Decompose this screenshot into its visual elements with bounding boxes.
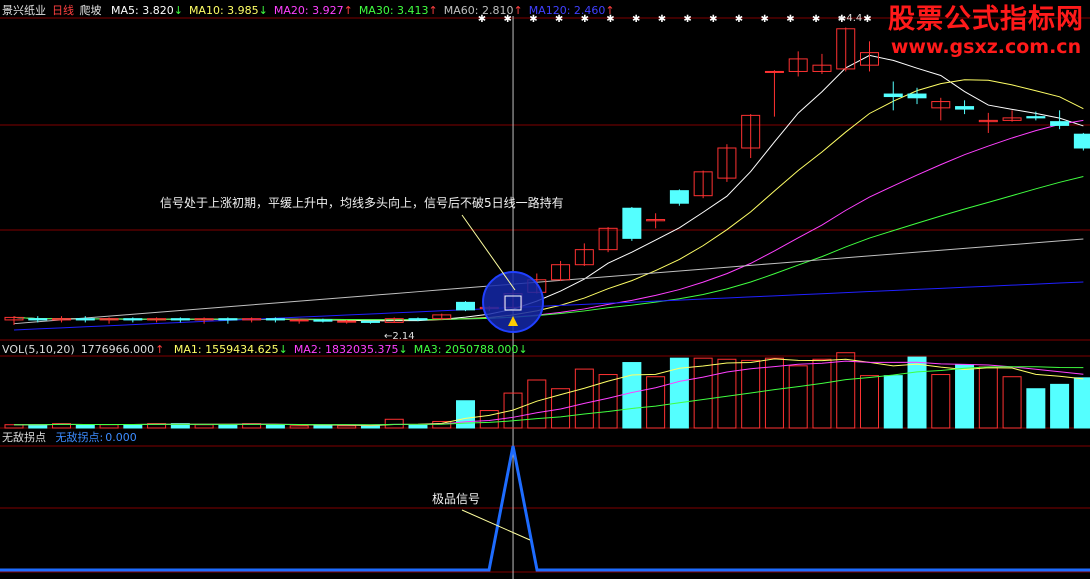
stock-name[interactable]: 景兴纸业 bbox=[2, 4, 46, 17]
star-marker-11: ✱ bbox=[761, 14, 769, 25]
period-label[interactable]: 日线 bbox=[52, 4, 74, 17]
stock-chart[interactable]: ✱ ✱ ✱ ✱ ✱ ✱ ✱ ✱ ✱ ✱ ✱ ✱ ✱ ✱ ✱ ✱ bbox=[0, 0, 1090, 579]
strategy-label: 爬坡 bbox=[79, 4, 102, 17]
ma-readouts: MA5: 3.820↓ MA10: 3.985↓ MA20: 3.927↑ MA30:… bbox=[111, 4, 621, 17]
candle-body-38 bbox=[907, 93, 927, 99]
vol-ma-readout-1: MA2: 1832035.375↓ bbox=[293, 343, 408, 356]
price-header: 景兴纸业 日线 爬坡 MA5: 3.820↓ MA10: 3.985↓ MA20: 3… bbox=[2, 4, 627, 18]
candle-body-26 bbox=[622, 207, 642, 239]
candle-body-1 bbox=[28, 318, 48, 321]
volume-bar-42 bbox=[1002, 376, 1022, 429]
candle-body-12 bbox=[289, 319, 309, 322]
volume-bar-9 bbox=[218, 424, 238, 429]
candle-body-13 bbox=[313, 319, 333, 322]
volume-bar-12 bbox=[289, 425, 309, 429]
volume-bar-5 bbox=[123, 424, 143, 429]
vol-ma-readout-0: MA1: 1559434.625↓ bbox=[173, 343, 288, 356]
volume-bar-32 bbox=[764, 357, 784, 429]
volume-bar-3 bbox=[75, 424, 95, 429]
main-annotation-pointer bbox=[461, 214, 516, 291]
ma120-line bbox=[13, 281, 1084, 331]
volume-bar-40 bbox=[955, 364, 975, 429]
star-marker-10: ✱ bbox=[735, 14, 743, 25]
volume-bar-33 bbox=[788, 365, 808, 429]
annotations-layer: ✱ ✱ ✱ ✱ ✱ ✱ ✱ ✱ ✱ ✱ ✱ ✱ ✱ ✱ ✱ ✱ bbox=[461, 14, 872, 541]
volume-bar-14 bbox=[337, 425, 357, 429]
candle-body-7 bbox=[170, 318, 190, 321]
volume-bar-13 bbox=[313, 425, 333, 429]
star-marker-12: ✱ bbox=[786, 14, 794, 25]
volume-bar-43 bbox=[1026, 388, 1046, 429]
indicator-series-label: 无敌拐点: bbox=[55, 431, 104, 444]
indicator-header: 无敌拐点 无敌拐点: 0.000 bbox=[2, 431, 143, 445]
volume-bar-8 bbox=[194, 424, 214, 429]
volume-bar-16 bbox=[384, 418, 404, 429]
ma-readout-1: MA10: 3.985↓ bbox=[188, 4, 268, 17]
ma-readout-3: MA30: 3.413↑ bbox=[358, 4, 438, 17]
volume-bar-17 bbox=[408, 424, 428, 429]
high-price-label: ←4.4 bbox=[838, 13, 863, 24]
candle-body-43 bbox=[1026, 116, 1046, 119]
vol-ma-readout-2: MA3: 2050788.000↓ bbox=[413, 343, 528, 356]
volume-bar-39 bbox=[931, 374, 951, 429]
star-marker-13: ✱ bbox=[812, 14, 820, 25]
volume-bar-41 bbox=[978, 366, 998, 429]
candle-body-5 bbox=[123, 318, 143, 321]
candle-body-32 bbox=[764, 70, 784, 73]
volume-bar-15 bbox=[360, 425, 380, 429]
candle-body-37 bbox=[883, 93, 903, 98]
vol-value: 1776966.000 bbox=[80, 343, 155, 356]
ma-readout-5: MA120: 2.460↑ bbox=[528, 4, 615, 17]
star-marker-7: ✱ bbox=[658, 14, 666, 25]
volume-bar-29 bbox=[693, 357, 713, 429]
volume-bar-27 bbox=[646, 376, 666, 429]
volume-bar-45 bbox=[1073, 377, 1090, 429]
volume-bar-30 bbox=[717, 358, 737, 429]
volume-bar-26 bbox=[622, 362, 642, 429]
candle-body-15 bbox=[360, 320, 380, 323]
volume-bar-36 bbox=[859, 375, 879, 429]
star-marker-8: ✱ bbox=[683, 14, 691, 25]
volume-bar-24 bbox=[574, 368, 594, 429]
high-price-value: 4.4 bbox=[846, 13, 863, 24]
volume-bar-11 bbox=[265, 424, 285, 429]
low-price-label: ←2.14 bbox=[384, 331, 415, 342]
candle-body-28 bbox=[669, 190, 689, 204]
volume-bar-37 bbox=[883, 375, 903, 429]
candles bbox=[4, 27, 1090, 325]
volume-bar-38 bbox=[907, 356, 927, 429]
volume-header: VOL(5,10,20) 1776966.000↑ MA1: 1559434.62… bbox=[2, 343, 540, 357]
volume-bar-35 bbox=[836, 352, 856, 429]
candle-body-45 bbox=[1073, 133, 1090, 149]
star-marker-15: ✱ bbox=[863, 14, 871, 25]
vol-arrow: ↑ bbox=[155, 343, 165, 356]
star-marker-6: ✱ bbox=[632, 14, 640, 25]
volume-bars bbox=[4, 352, 1090, 429]
indicator-annotation: 极品信号 bbox=[432, 492, 481, 506]
volume-bar-34 bbox=[812, 358, 832, 429]
candle-body-9 bbox=[218, 318, 238, 321]
candle-body-19 bbox=[456, 301, 476, 311]
indicator-value: 0.000 bbox=[105, 431, 137, 444]
star-marker-9: ✱ bbox=[709, 14, 717, 25]
main-annotation: 信号处于上涨初期，平缓上升中，均线多头向上，信号后不破5日线一路持有 bbox=[160, 196, 564, 210]
candle-body-14 bbox=[337, 320, 357, 323]
volume-bar-44 bbox=[1050, 383, 1070, 429]
volume-bar-19 bbox=[456, 400, 476, 429]
candle-body-3 bbox=[75, 318, 95, 321]
vol-ma-readouts: MA1: 1559434.625↓ MA2: 1832035.375↓ MA3: 2… bbox=[174, 343, 534, 356]
vol-title: VOL(5,10,20) bbox=[2, 343, 75, 356]
candle-body-11 bbox=[265, 318, 285, 321]
candle-body-17 bbox=[408, 318, 428, 321]
volume-bar-4 bbox=[99, 424, 119, 429]
indicator-title: 无敌拐点 bbox=[2, 431, 46, 444]
candle-body-40 bbox=[955, 106, 975, 110]
ma-readout-4: MA60: 2.810↑ bbox=[443, 4, 523, 17]
low-price-value: 2.14 bbox=[392, 331, 415, 342]
ma20-line bbox=[13, 119, 1084, 321]
candle-body-44 bbox=[1050, 121, 1070, 126]
ma-readout-2: MA20: 3.927↑ bbox=[273, 4, 353, 17]
ma60-line bbox=[13, 238, 1084, 325]
ma-readout-0: MA5: 3.820↓ bbox=[111, 4, 183, 17]
